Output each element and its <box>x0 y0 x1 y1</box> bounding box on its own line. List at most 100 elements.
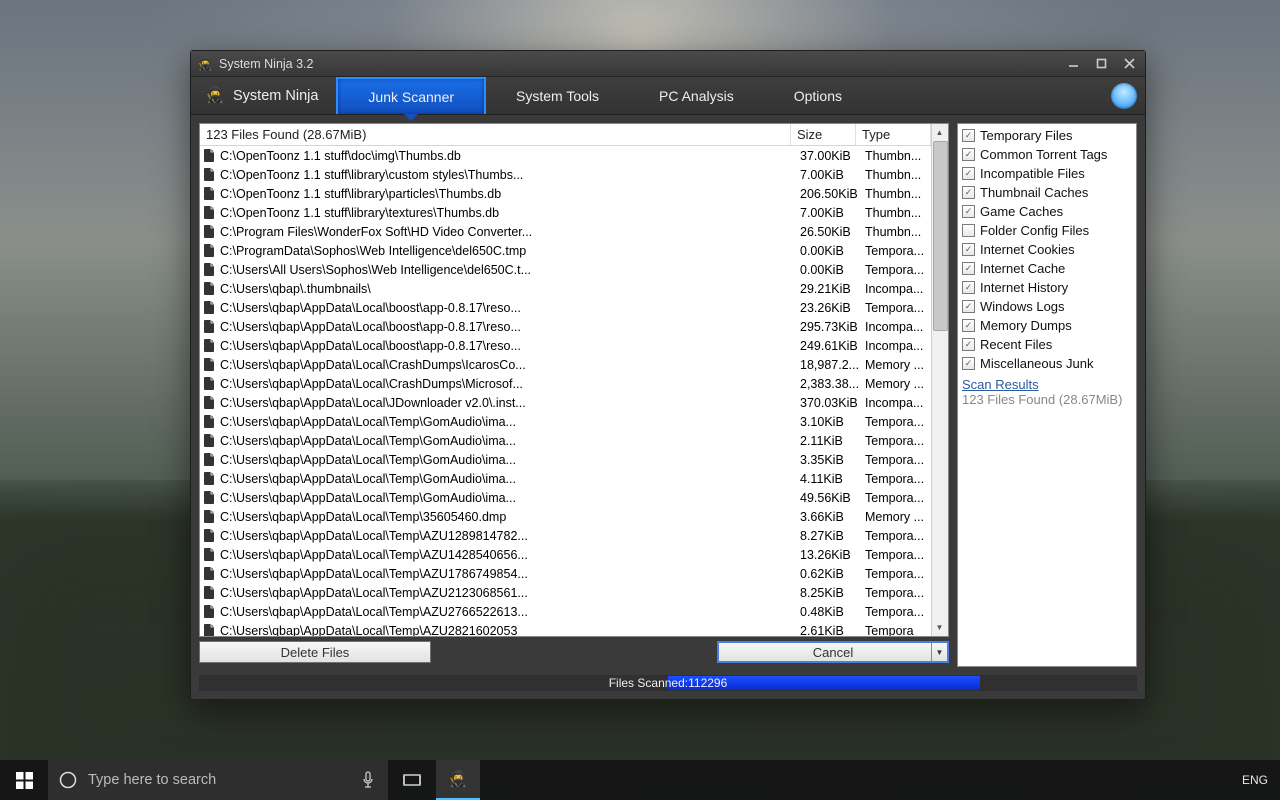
task-view-button[interactable] <box>388 760 436 800</box>
file-row[interactable]: C:\Users\qbap\AppData\Local\Temp\AZU2821… <box>200 621 931 636</box>
tab-options[interactable]: Options <box>764 77 872 114</box>
header-summary[interactable]: 123 Files Found (28.67MiB) <box>200 124 791 145</box>
user-avatar[interactable] <box>1111 83 1137 109</box>
checkbox-icon[interactable]: ✓ <box>962 129 975 142</box>
file-row[interactable]: C:\Users\qbap\AppData\Local\Temp\AZU1289… <box>200 526 931 545</box>
checkbox-icon[interactable]: ✓ <box>962 243 975 256</box>
close-button[interactable] <box>1119 57 1139 71</box>
category-windows-logs[interactable]: ✓ Windows Logs <box>962 297 1132 316</box>
checkbox-icon[interactable]: ✓ <box>962 262 975 275</box>
category-label: Windows Logs <box>980 299 1065 314</box>
minimize-button[interactable] <box>1063 57 1083 71</box>
file-row[interactable]: C:\Users\qbap\AppData\Local\Temp\AZU1428… <box>200 545 931 564</box>
titlebar[interactable]: 🥷 System Ninja 3.2 <box>191 51 1145 77</box>
file-path: C:\Users\qbap\AppData\Local\Temp\GomAudi… <box>220 491 794 505</box>
file-row[interactable]: C:\Users\qbap\AppData\Local\Temp\AZU1786… <box>200 564 931 583</box>
mic-icon[interactable] <box>348 771 388 789</box>
cortana-icon[interactable] <box>48 771 88 789</box>
file-row[interactable]: C:\Users\qbap\AppData\Local\Temp\AZU2766… <box>200 602 931 621</box>
file-type: Incompa... <box>859 320 931 334</box>
checkbox-icon[interactable]: ✓ <box>962 167 975 180</box>
header-size[interactable]: Size <box>791 124 856 145</box>
category-internet-cookies[interactable]: ✓ Internet Cookies <box>962 240 1132 259</box>
category-common-torrent-tags[interactable]: ✓ Common Torrent Tags <box>962 145 1132 164</box>
header-type[interactable]: Type <box>856 124 931 145</box>
checkbox-icon[interactable]: ✓ <box>962 300 975 313</box>
start-button[interactable] <box>0 760 48 800</box>
checkbox-icon[interactable]: ✓ <box>962 186 975 199</box>
cancel-dropdown-icon[interactable]: ▼ <box>931 643 947 661</box>
file-row[interactable]: C:\Users\All Users\Sophos\Web Intelligen… <box>200 260 931 279</box>
language-indicator[interactable]: ENG <box>1230 773 1280 787</box>
category-internet-history[interactable]: ✓Internet History <box>962 278 1132 297</box>
checkbox-icon[interactable]: ✓ <box>962 148 975 161</box>
checkbox-icon[interactable]: ✓ <box>962 205 975 218</box>
category-folder-config-files[interactable]: ✓Folder Config Files <box>962 221 1132 240</box>
file-row[interactable]: C:\Users\qbap\AppData\Local\Temp\GomAudi… <box>200 469 931 488</box>
category-game-caches[interactable]: ✓Game Caches <box>962 202 1132 221</box>
file-row[interactable]: C:\Users\qbap\AppData\Local\Temp\GomAudi… <box>200 431 931 450</box>
file-row[interactable]: C:\Users\qbap\AppData\Local\boost\app-0.… <box>200 336 931 355</box>
file-row[interactable]: C:\Users\qbap\AppData\Local\CrashDumps\M… <box>200 374 931 393</box>
category-miscellaneous-junk[interactable]: ✓Miscellaneous Junk <box>962 354 1132 373</box>
checkbox-icon[interactable]: ✓ <box>962 357 975 370</box>
file-row[interactable]: C:\OpenToonz 1.1 stuff\library\textures\… <box>200 203 931 222</box>
file-row[interactable]: C:\Users\qbap\AppData\Local\JDownloader … <box>200 393 931 412</box>
file-size: 2,383.38... <box>794 377 859 391</box>
file-icon <box>204 396 216 410</box>
scan-results-link[interactable]: Scan Results <box>962 377 1132 392</box>
tab-junk-scanner[interactable]: Junk Scanner <box>336 77 486 114</box>
file-path: C:\Users\qbap\AppData\Local\Temp\GomAudi… <box>220 434 794 448</box>
scroll-thumb[interactable] <box>933 141 948 331</box>
delete-files-button[interactable]: Delete Files <box>199 641 431 663</box>
category-thumbnail-caches[interactable]: ✓Thumbnail Caches <box>962 183 1132 202</box>
file-row[interactable]: C:\Users\qbap\AppData\Local\boost\app-0.… <box>200 317 931 336</box>
scroll-up-button[interactable]: ▲ <box>932 124 947 141</box>
file-row[interactable]: C:\Users\qbap\AppData\Local\Temp\GomAudi… <box>200 412 931 431</box>
file-row[interactable]: C:\Users\qbap\AppData\Local\CrashDumps\I… <box>200 355 931 374</box>
file-row[interactable]: C:\ProgramData\Sophos\Web Intelligence\d… <box>200 241 931 260</box>
file-size: 7.00KiB <box>794 206 859 220</box>
file-row[interactable]: C:\Users\qbap\AppData\Local\Temp\3560546… <box>200 507 931 526</box>
scroll-down-button[interactable]: ▼ <box>932 619 947 636</box>
file-row[interactable]: C:\OpenToonz 1.1 stuff\doc\img\Thumbs.db… <box>200 146 931 165</box>
taskbar-search[interactable]: Type here to search <box>48 760 388 800</box>
file-type: Thumbn... <box>859 149 931 163</box>
checkbox-icon[interactable]: ✓ <box>962 338 975 351</box>
checkbox-icon[interactable]: ✓ <box>962 224 975 237</box>
file-path: C:\Users\All Users\Sophos\Web Intelligen… <box>220 263 794 277</box>
category-panel: ✓Temporary Files✓Common Torrent Tags✓Inc… <box>957 123 1137 667</box>
file-path: C:\Users\qbap\AppData\Local\boost\app-0.… <box>220 339 794 353</box>
cancel-label: Cancel <box>813 645 853 660</box>
taskbar-app-system-ninja[interactable]: 🥷 <box>436 760 480 800</box>
maximize-button[interactable] <box>1091 57 1111 71</box>
category-temporary-files[interactable]: ✓Temporary Files <box>962 126 1132 145</box>
file-row[interactable]: C:\Program Files\WonderFox Soft\HD Video… <box>200 222 931 241</box>
checkbox-icon[interactable]: ✓ <box>962 319 975 332</box>
file-row[interactable]: C:\Users\qbap\AppData\Local\Temp\GomAudi… <box>200 488 931 507</box>
category-memory-dumps[interactable]: ✓Memory Dumps <box>962 316 1132 335</box>
vertical-scrollbar[interactable]: ▲ ▼ <box>931 124 948 636</box>
file-row[interactable]: C:\OpenToonz 1.1 stuff\library\particles… <box>200 184 931 203</box>
tab-system-tools[interactable]: System Tools <box>486 77 629 114</box>
category-label: Incompatible Files <box>980 166 1085 181</box>
category-internet-cache[interactable]: ✓Internet Cache <box>962 259 1132 278</box>
file-size: 37.00KiB <box>794 149 859 163</box>
file-row[interactable]: C:\Users\qbap\AppData\Local\boost\app-0.… <box>200 298 931 317</box>
file-path: C:\Users\qbap\AppData\Local\Temp\3560546… <box>220 510 794 524</box>
tab-pc-analysis[interactable]: PC Analysis <box>629 77 764 114</box>
file-row[interactable]: C:\OpenToonz 1.1 stuff\library\custom st… <box>200 165 931 184</box>
checkbox-icon[interactable]: ✓ <box>962 281 975 294</box>
category-label: Internet Cookies <box>980 242 1075 257</box>
file-row[interactable]: C:\Users\qbap\AppData\Local\Temp\GomAudi… <box>200 450 931 469</box>
file-path: C:\Program Files\WonderFox Soft\HD Video… <box>220 225 794 239</box>
category-label: Common Torrent Tags <box>980 147 1107 162</box>
file-row[interactable]: C:\Users\qbap\AppData\Local\Temp\AZU2123… <box>200 583 931 602</box>
cancel-button[interactable]: Cancel ▼ <box>717 641 949 663</box>
file-row[interactable]: C:\Users\qbap\.thumbnails\29.21KiBIncomp… <box>200 279 931 298</box>
category-incompatible-files[interactable]: ✓ Incompatible Files <box>962 164 1132 183</box>
file-type: Tempora... <box>859 415 931 429</box>
category-recent-files[interactable]: ✓ Recent Files <box>962 335 1132 354</box>
category-label: Recent Files <box>980 337 1052 352</box>
file-icon <box>204 624 216 637</box>
